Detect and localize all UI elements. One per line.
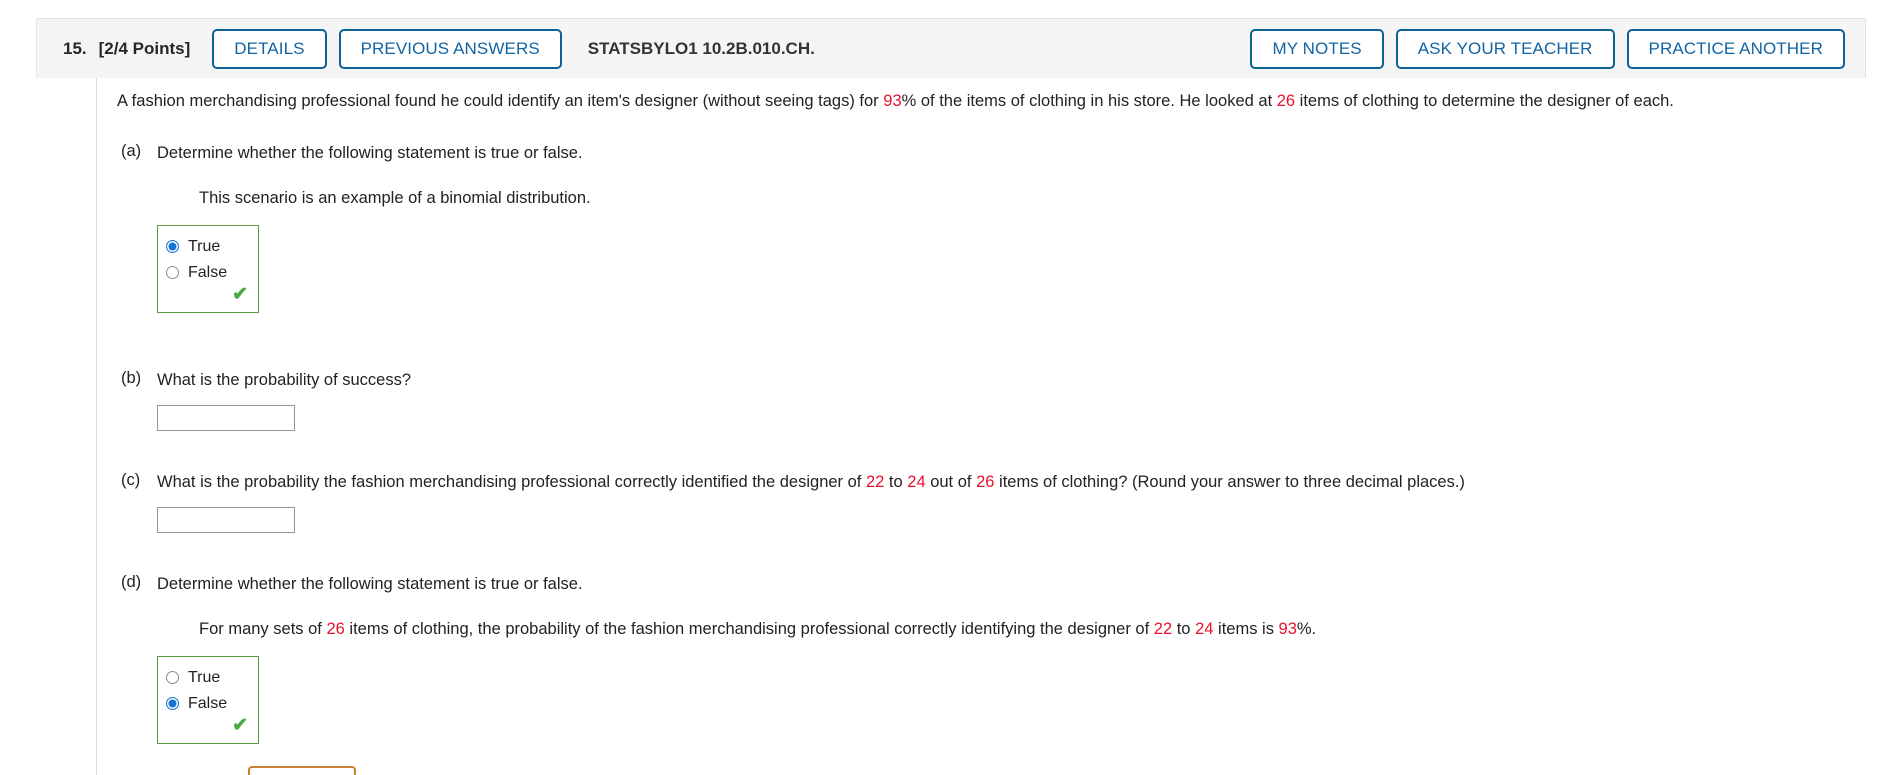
my-notes-button[interactable]: MY NOTES [1250, 28, 1384, 69]
radio-button-icon[interactable] [166, 697, 179, 711]
part-c-text-4: items of clothing? (Round your answer to… [994, 473, 1465, 492]
part-a-option-true-label: True [188, 237, 221, 255]
part-d-sample-size: 26 [326, 619, 345, 638]
question-header: 15. [2/4 Points] DETAILS PREVIOUS ANSWER… [36, 18, 1866, 78]
problem-code: STATSBYLO1 10.2B.010.CH. [587, 38, 815, 58]
problem-stem: A fashion merchandising professional fou… [117, 90, 1857, 112]
part-c-answer-input[interactable] [157, 507, 295, 534]
check-icon: ✔ [232, 714, 248, 736]
question-page: 15. [2/4 Points] DETAILS PREVIOUS ANSWER… [0, 0, 1903, 775]
part-c-text-1: What is the probability the fashion merc… [157, 473, 866, 492]
part-c-label: (c) [121, 471, 141, 490]
part-b-label: (b) [121, 368, 142, 387]
part-d-content: Determine whether the following statemen… [157, 573, 1866, 744]
part-a-content: Determine whether the following statemen… [157, 142, 1866, 313]
part-a-prompt: Determine whether the following statemen… [157, 144, 583, 163]
part-a-option-false[interactable]: False [166, 260, 250, 286]
stem-percent-value: 93 [883, 92, 902, 110]
part-a-option-true[interactable]: True [166, 234, 250, 260]
part-c-sample-size: 26 [976, 473, 995, 492]
part-d-text-2: items of clothing, the probability of th… [344, 619, 1154, 638]
part-d-text-5: %. [1296, 619, 1317, 638]
part-c-text-2: to [884, 473, 908, 492]
part-c-prompt: What is the probability the fashion merc… [157, 471, 1866, 493]
question-body: A fashion merchandising professional fou… [96, 78, 1866, 775]
part-d: (d) Determine whether the following stat… [117, 573, 1866, 744]
header-right-buttons: MY NOTES ASK YOUR TEACHER PRACTICE ANOTH… [1250, 28, 1845, 69]
part-a: (a) Determine whether the following stat… [117, 142, 1866, 313]
check-icon: ✔ [232, 283, 248, 305]
part-a-option-false-label: False [188, 263, 228, 281]
part-b-answer-input[interactable] [157, 405, 295, 432]
question-number: 15. [63, 38, 87, 58]
points-badge: [2/4 Points] [98, 38, 191, 58]
part-d-text-4: items is [1213, 619, 1279, 638]
radio-button-icon[interactable] [166, 671, 179, 685]
radio-button-icon[interactable] [166, 266, 179, 280]
part-a-radio-group: True False ✔ [157, 224, 259, 313]
radio-button-icon[interactable] [166, 240, 179, 254]
part-d-lower-bound: 22 [1153, 619, 1173, 638]
part-d-radio-group: True False ✔ [157, 655, 259, 744]
part-c: (c) What is the probability the fashion … [117, 471, 1866, 534]
previous-answers-button[interactable]: PREVIOUS ANSWERS [338, 28, 562, 69]
part-c-lower-bound: 22 [865, 473, 885, 492]
stem-text-1: A fashion merchandising professional fou… [117, 92, 884, 110]
practice-another-button[interactable]: PRACTICE ANOTHER [1626, 28, 1845, 69]
part-d-upper-bound: 24 [1195, 619, 1214, 638]
part-c-text-3: out of [925, 473, 977, 492]
part-d-text-1: For many sets of [199, 619, 327, 638]
part-b-content: What is the probability of success? [157, 369, 1866, 432]
part-d-prompt: Determine whether the following statemen… [157, 575, 583, 594]
details-button[interactable]: DETAILS [212, 28, 327, 69]
part-a-statement: This scenario is an example of a binomia… [199, 188, 591, 207]
part-b: (b) What is the probability of success? [117, 368, 1866, 432]
part-d-statement: For many sets of 26 items of clothing, t… [199, 618, 1866, 640]
part-b-prompt: What is the probability of success? [157, 370, 412, 389]
ask-your-teacher-button[interactable]: ASK YOUR TEACHER [1395, 28, 1615, 69]
stem-text-2: % of the items of clothing in his store.… [901, 92, 1277, 110]
part-d-option-true[interactable]: True [166, 665, 250, 691]
stem-text-3: items of clothing to determine the desig… [1295, 92, 1674, 110]
submit-button-partial[interactable] [248, 766, 356, 775]
part-d-label: (d) [121, 573, 142, 592]
part-c-upper-bound: 24 [907, 473, 926, 492]
part-d-option-false-label: False [188, 694, 228, 712]
part-d-text-3: to [1172, 619, 1196, 638]
part-d-option-true-label: True [188, 668, 221, 686]
part-d-option-false[interactable]: False [166, 691, 250, 717]
part-d-percent-value: 93 [1278, 619, 1297, 638]
stem-sample-size: 26 [1276, 92, 1296, 110]
part-c-content: What is the probability the fashion merc… [157, 471, 1866, 534]
part-a-label: (a) [121, 142, 142, 161]
header-left-buttons: DETAILS PREVIOUS ANSWERS [212, 28, 562, 69]
